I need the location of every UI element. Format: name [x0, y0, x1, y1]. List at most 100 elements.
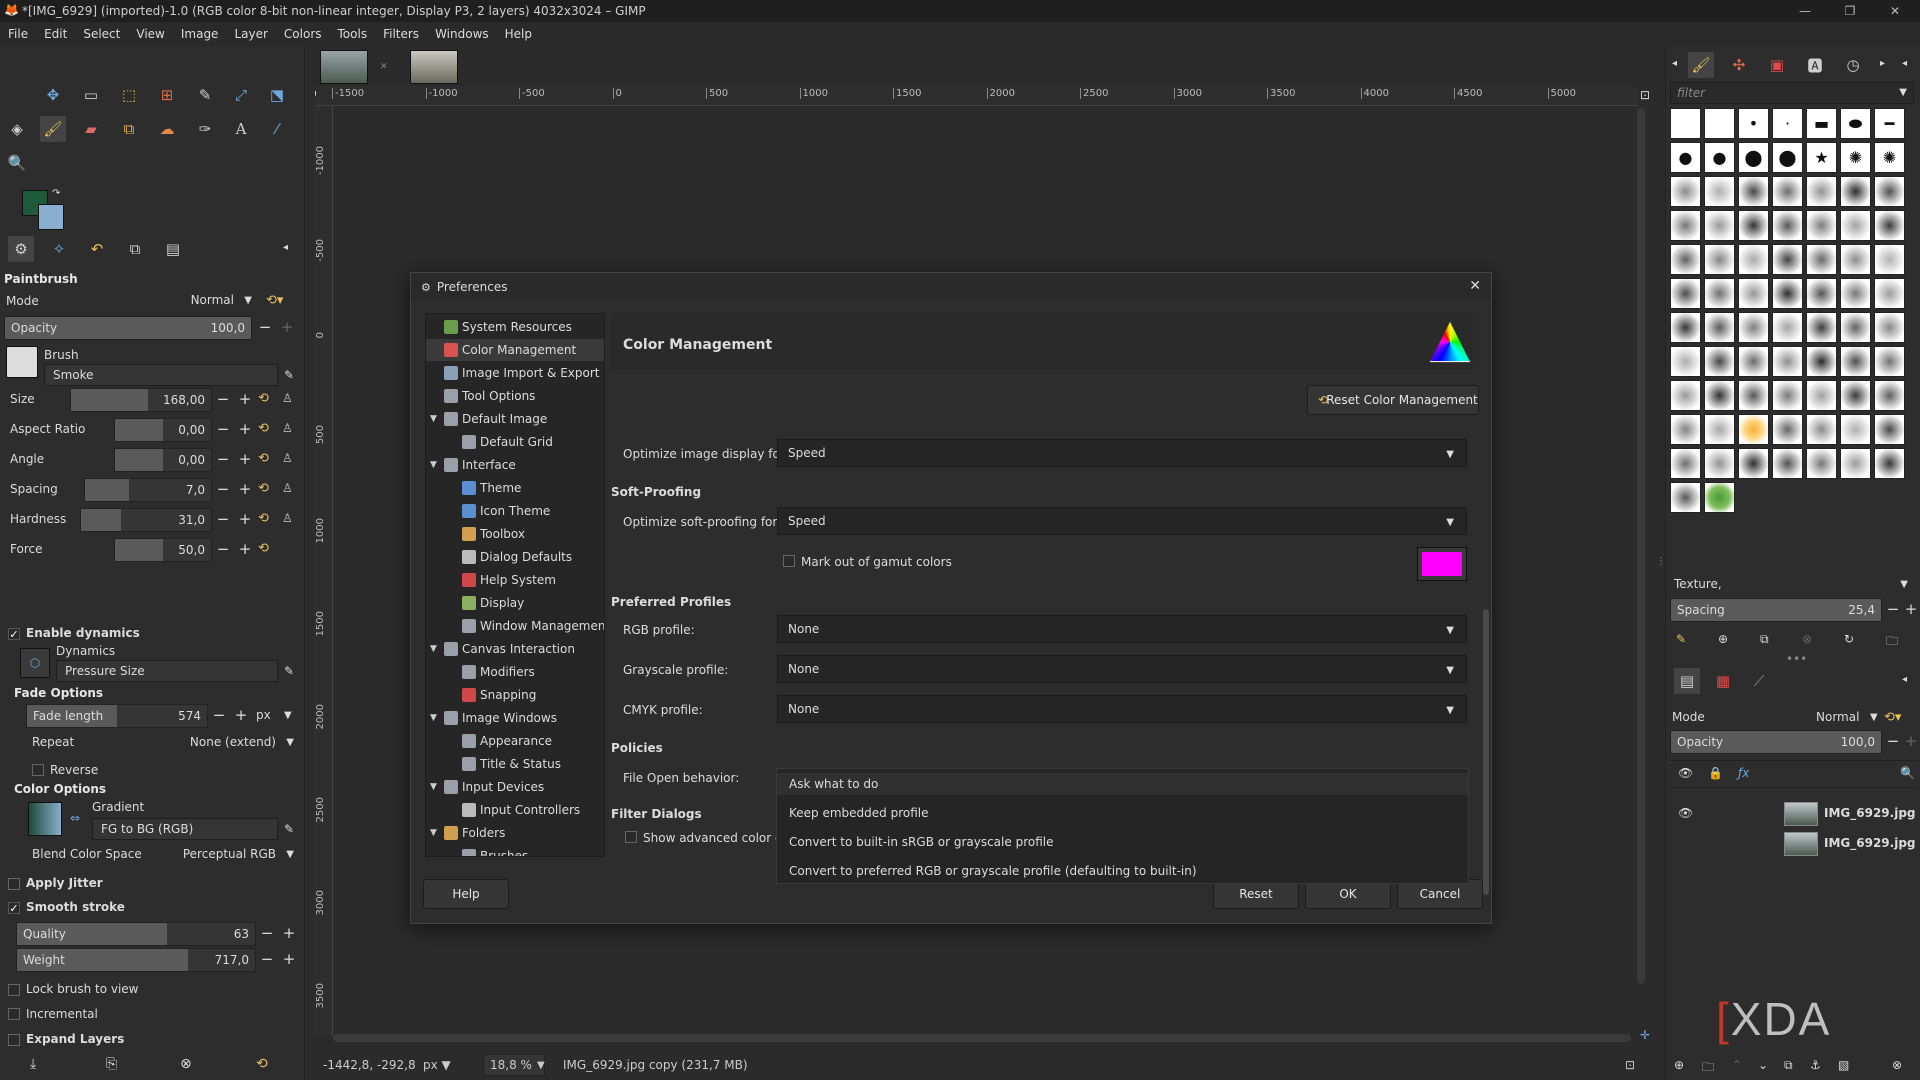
layer-opacity-slider[interactable]: Opacity 100,0 [1670, 730, 1882, 754]
minimize-button[interactable]: — [1785, 0, 1825, 22]
brush-thumbnail[interactable] [1806, 346, 1837, 377]
gradient-name-field[interactable]: FG to BG (RGB) [92, 818, 278, 840]
tree-item-theme[interactable]: Theme [462, 477, 521, 499]
brush-thumbnail[interactable]: ✺ [1874, 142, 1905, 173]
reset-color-management-button[interactable]: ⟲ Reset Color Management [1307, 385, 1479, 415]
brush-thumbnail[interactable] [1840, 176, 1871, 207]
optimize-display-select[interactable]: Speed ▼ [777, 439, 1467, 467]
paintbrush-tool-icon[interactable]: 🖌 [40, 116, 66, 142]
brush-spacing-minus-button[interactable]: − [1884, 600, 1902, 618]
new-layer-icon[interactable]: ⊕ [1674, 1058, 1684, 1072]
image-thumbnail-close-icon[interactable]: ✕ [380, 62, 388, 72]
fade-unit-select[interactable]: px ▼ [256, 708, 292, 722]
brush-thumbnail[interactable] [1874, 448, 1905, 479]
tree-item-system-resources[interactable]: System Resources [444, 316, 572, 338]
edit-brush-icon-right[interactable]: ✎ [1676, 632, 1686, 646]
brush-thumbnail[interactable] [1670, 312, 1701, 343]
slider-plus-button[interactable]: + [236, 480, 254, 498]
tree-item-folders[interactable]: Folders [444, 822, 505, 844]
navigate-icon[interactable]: ⊡ [1640, 88, 1650, 102]
tree-item-snapping[interactable]: Snapping [462, 684, 536, 706]
scroll-left-tabs-icon[interactable]: ◂ [1672, 58, 1677, 69]
brush-thumbnail[interactable] [1670, 346, 1701, 377]
file-open-option[interactable]: Ask what to do [777, 773, 1468, 795]
brush-thumbnail[interactable] [1806, 210, 1837, 241]
tree-item-brushes[interactable]: Brushes [462, 845, 528, 856]
swap-colors-icon[interactable]: ↷ [52, 188, 60, 199]
slider-plus-button[interactable]: + [236, 450, 254, 468]
layer-mask-icon[interactable]: ▧ [1838, 1058, 1849, 1072]
zoom-tool-icon[interactable]: 🔍 [4, 150, 30, 176]
slider-plus-button[interactable]: + [236, 510, 254, 528]
text-tool-icon[interactable]: A [228, 116, 254, 142]
brush-thumbnail[interactable] [1738, 210, 1769, 241]
brush-thumbnail[interactable] [1874, 380, 1905, 411]
open-brush-folder-icon[interactable]: 🗀 [1886, 632, 1898, 653]
image-thumbnail-1[interactable] [320, 50, 368, 84]
smudge-tool-icon[interactable]: ☁ [154, 116, 180, 142]
save-tool-preset-icon[interactable]: ⤓ [30, 1056, 36, 1072]
paths-tool-icon[interactable]: ✑ [192, 116, 218, 142]
layer-opacity-minus-button[interactable]: − [1884, 732, 1902, 750]
tree-item-input-devices[interactable]: Input Devices [444, 776, 544, 798]
vertical-scrollbar[interactable] [1637, 108, 1645, 984]
brush-thumbnail[interactable] [1738, 380, 1769, 411]
lower-layer-icon[interactable]: ⌄ [1758, 1058, 1768, 1072]
brush-thumbnail[interactable] [1772, 278, 1803, 309]
brush-thumbnail[interactable] [1772, 312, 1803, 343]
menu-filters[interactable]: Filters [375, 27, 427, 41]
brush-thumbnail[interactable] [1704, 312, 1735, 343]
maximize-button[interactable]: ❐ [1830, 0, 1870, 22]
duplicate-layer-icon[interactable]: ⧉ [1784, 1058, 1793, 1073]
menu-layer[interactable]: Layer [226, 27, 275, 41]
grayscale-profile-select[interactable]: None ▼ [777, 655, 1467, 683]
unified-transform-tool-icon[interactable]: ⬔ [264, 82, 290, 108]
duplicate-brush-icon[interactable]: ⧉ [1760, 632, 1769, 647]
apply-jitter-checkbox[interactable] [8, 878, 20, 890]
brush-thumbnail[interactable] [1772, 448, 1803, 479]
brush-thumbnail[interactable] [1772, 244, 1803, 275]
brush-thumbnail[interactable] [1738, 346, 1769, 377]
new-brush-icon[interactable]: ⊕ [1718, 632, 1728, 646]
brush-thumbnail[interactable] [1840, 380, 1871, 411]
brush-thumbnail[interactable] [1704, 176, 1735, 207]
slider-minus-button[interactable]: − [214, 420, 232, 438]
reset-tool-options-icon[interactable]: ⟲ [256, 1056, 268, 1072]
dynamics-preview[interactable]: ⬡ [20, 648, 50, 678]
lock-icon[interactable]: 🔒 [1708, 766, 1723, 780]
dynamics-pressure-icon[interactable]: ♙ [282, 511, 293, 525]
color-picker-tool-icon[interactable]: ✎ [192, 82, 218, 108]
tree-item-display[interactable]: Display [462, 592, 524, 614]
layers-tab-icon[interactable]: ▤ [1674, 668, 1700, 694]
transform-tool-icon[interactable]: ⤢ [228, 82, 254, 108]
brush-thumbnail[interactable] [1670, 176, 1701, 207]
smooth-stroke-checkbox[interactable]: ✓ [8, 902, 20, 915]
slider-plus-button[interactable]: + [236, 420, 254, 438]
brush-thumbnail[interactable]: ━ [1874, 108, 1905, 139]
tree-expander-icon[interactable]: ▼ [430, 460, 437, 470]
brush-thumbnail[interactable] [1806, 244, 1837, 275]
weight-slider[interactable]: Weight 717,0 [16, 948, 256, 972]
brush-thumbnail[interactable]: ✺ [1840, 142, 1871, 173]
menu-edit[interactable]: Edit [36, 27, 75, 41]
brush-thumbnail[interactable] [1738, 244, 1769, 275]
tree-item-input-controllers[interactable]: Input Controllers [462, 799, 580, 821]
slider-minus-button[interactable]: − [214, 390, 232, 408]
brush-thumbnail[interactable] [1670, 448, 1701, 479]
search-layers-icon[interactable]: 🔍 [1900, 766, 1915, 780]
slider-track[interactable]: 0,00 [114, 418, 212, 442]
tree-expander-icon[interactable]: ▼ [430, 713, 437, 723]
brush-filter-input[interactable]: filter ▼ [1670, 82, 1914, 104]
brush-thumbnail[interactable] [1772, 346, 1803, 377]
move-tool-icon[interactable]: ✥ [40, 82, 66, 108]
tree-item-image-windows[interactable]: Image Windows [444, 707, 557, 729]
blend-color-space-select[interactable]: Blend Color Space Perceptual RGB ▼ [26, 844, 298, 866]
brush-thumbnail[interactable] [1874, 414, 1905, 445]
gamut-color-button[interactable] [1417, 547, 1467, 581]
pointer-info-icon[interactable]: ⊡ [1625, 1058, 1635, 1072]
opacity-slider[interactable]: Opacity 100,0 [4, 316, 252, 340]
tree-item-help-system[interactable]: Help System [462, 569, 556, 591]
tool-options-tab-icon[interactable]: ⚙ [8, 236, 34, 262]
file-open-option[interactable]: Convert to built-in sRGB or grayscale pr… [789, 831, 1053, 853]
reverse-gradient-icon[interactable]: ⇔ [70, 811, 80, 825]
